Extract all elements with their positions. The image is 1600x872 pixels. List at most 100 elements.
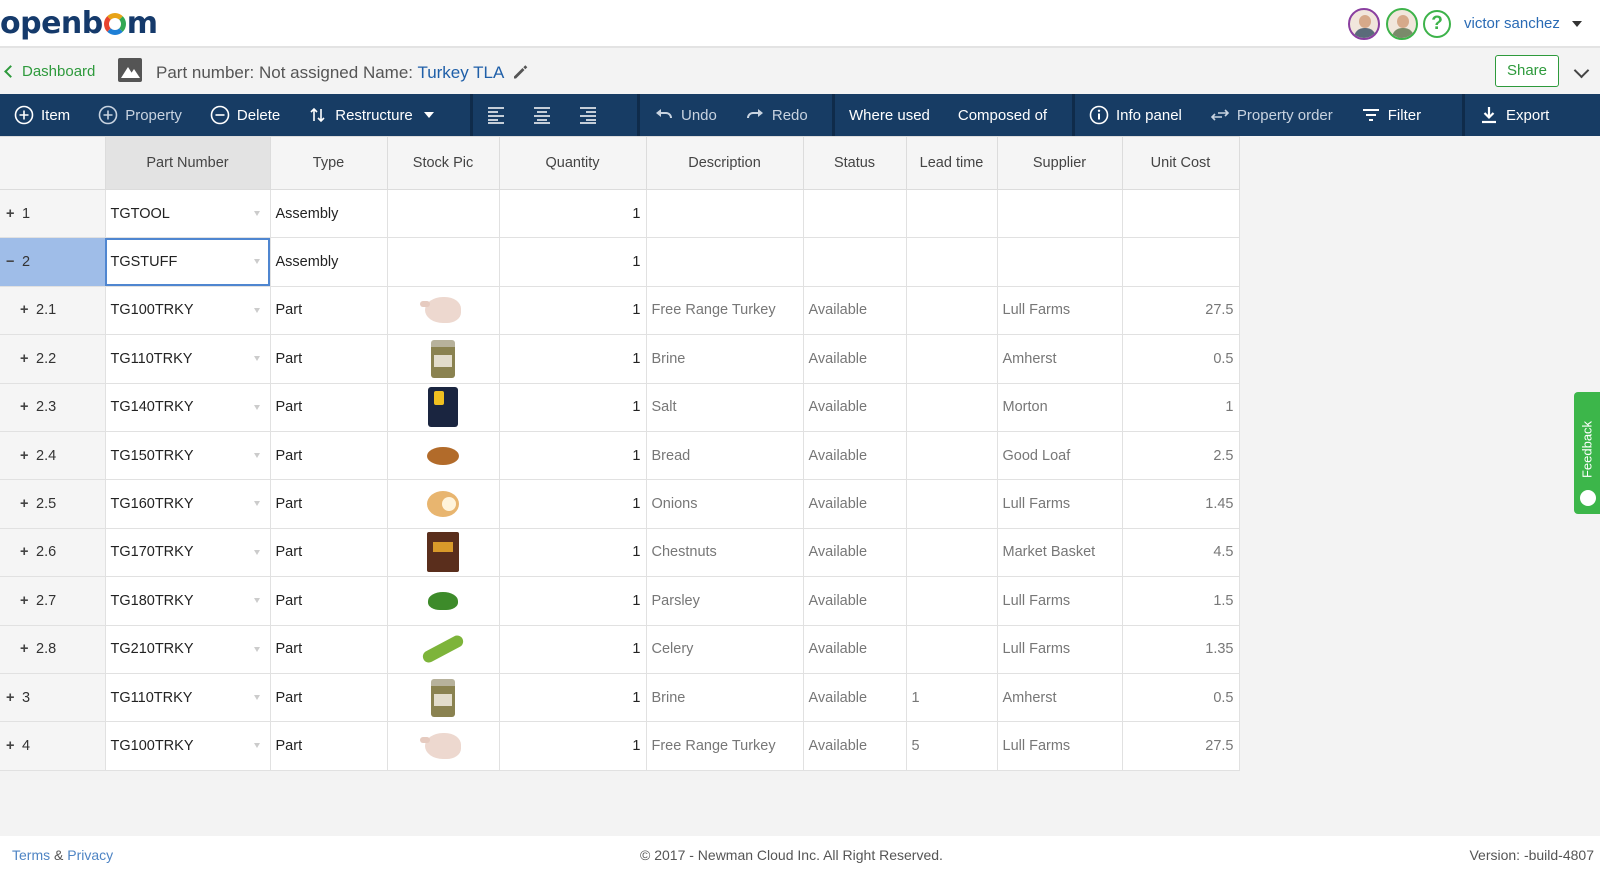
stock-pic-cell[interactable] [386, 624, 500, 674]
where-used-button[interactable]: Where used [835, 94, 944, 136]
type-cell[interactable]: Part [269, 479, 388, 529]
row-number-cell[interactable]: + 2.6 [0, 527, 106, 578]
part-number-cell[interactable]: TG110TRKY [104, 334, 271, 384]
column-header[interactable]: Stock Pic [386, 136, 500, 190]
caret-down-icon[interactable] [253, 404, 260, 410]
status-cell[interactable]: Available [802, 479, 907, 529]
type-cell[interactable]: Part [269, 721, 388, 771]
expand-toggle-icon[interactable]: + [20, 448, 32, 464]
stock-pic-cell[interactable] [386, 382, 500, 432]
column-header[interactable]: Description [645, 136, 804, 190]
quantity-cell[interactable]: 1 [498, 527, 647, 578]
unit-cost-cell[interactable]: 1.5 [1121, 576, 1240, 626]
supplier-cell[interactable]: Market Basket [996, 527, 1123, 578]
quantity-cell[interactable]: 1 [498, 624, 647, 674]
type-cell[interactable]: Part [269, 576, 388, 626]
supplier-cell[interactable]: Lull Farms [996, 576, 1123, 626]
part-number-cell[interactable]: TG110TRKY [104, 672, 271, 723]
description-cell[interactable]: Onions [645, 479, 804, 529]
avatar[interactable] [1386, 8, 1418, 40]
filter-button[interactable]: Filter [1347, 94, 1435, 136]
table-row[interactable]: + 2.8 TG210TRKY Part 1 Celery Available Lull F… [0, 624, 1240, 674]
description-cell[interactable]: Free Range Turkey [645, 285, 804, 336]
table-row[interactable]: + 3 TG110TRKY Part 1 Brine Available 1 Amherst 0… [0, 672, 1240, 723]
table-row[interactable]: + 4 TG100TRKY Part 1 Free Range Turkey Availa… [0, 721, 1240, 771]
add-property-button[interactable]: Property [84, 94, 196, 136]
expand-toggle-icon[interactable]: + [6, 206, 18, 222]
table-row[interactable]: + 2.5 TG160TRKY Part 1 Onions Available Lull F… [0, 479, 1240, 529]
type-cell[interactable]: Part [269, 672, 388, 723]
row-number-cell[interactable]: − 2 [0, 237, 106, 287]
terms-link[interactable]: Terms [12, 847, 50, 863]
quantity-cell[interactable]: 1 [498, 237, 647, 287]
expand-toggle-icon[interactable]: + [6, 738, 18, 754]
unit-cost-cell[interactable] [1121, 188, 1240, 239]
type-cell[interactable]: Part [269, 382, 388, 432]
row-number-cell[interactable]: + 2.3 [0, 382, 106, 432]
stock-pic-cell[interactable] [386, 285, 500, 336]
status-cell[interactable] [802, 237, 907, 287]
table-row[interactable]: + 2.3 TG140TRKY Part 1 Salt Available Morton 1 [0, 382, 1240, 432]
type-cell[interactable]: Part [269, 334, 388, 384]
part-number-cell[interactable]: TG210TRKY [104, 624, 271, 674]
lead-time-cell[interactable]: 5 [905, 721, 998, 771]
status-cell[interactable] [802, 188, 907, 239]
row-number-cell[interactable]: + 2.8 [0, 624, 106, 674]
type-cell[interactable]: Part [269, 527, 388, 578]
unit-cost-cell[interactable]: 27.5 [1121, 721, 1240, 771]
status-cell[interactable]: Available [802, 624, 907, 674]
unit-cost-cell[interactable]: 1.35 [1121, 624, 1240, 674]
redo-button[interactable]: Redo [731, 94, 822, 136]
align-right-button[interactable] [565, 94, 611, 136]
table-row[interactable]: + 2.2 TG110TRKY Part 1 Brine Available Amherst… [0, 334, 1240, 384]
supplier-cell[interactable]: Amherst [996, 334, 1123, 384]
supplier-cell[interactable]: Morton [996, 382, 1123, 432]
chevron-down-icon[interactable] [1573, 62, 1590, 79]
table-row[interactable]: + 1 TGTOOL Assembly 1 [0, 188, 1240, 239]
caret-down-icon[interactable] [253, 598, 260, 604]
table-row[interactable]: + 2.1 TG100TRKY Part 1 Free Range Turkey Avai… [0, 285, 1240, 336]
align-left-button[interactable] [473, 94, 519, 136]
status-cell[interactable]: Available [802, 576, 907, 626]
stock-pic-cell[interactable] [386, 237, 500, 287]
info-panel-button[interactable]: Info panel [1075, 94, 1196, 136]
caret-down-icon[interactable] [253, 211, 260, 216]
table-row[interactable]: + 2.4 TG150TRKY Part 1 Bread Available Good Lo… [0, 430, 1240, 481]
expand-toggle-icon[interactable]: + [20, 302, 32, 318]
expand-toggle-icon[interactable]: + [20, 496, 32, 512]
unit-cost-cell[interactable]: 1 [1121, 382, 1240, 432]
table-row[interactable]: + 2.6 TG170TRKY Part 1 Chestnuts Available Mar… [0, 527, 1240, 578]
status-cell[interactable]: Available [802, 721, 907, 771]
caret-down-icon[interactable] [253, 259, 260, 265]
status-cell[interactable]: Available [802, 285, 907, 336]
part-number-cell[interactable]: TG180TRKY [104, 576, 271, 626]
supplier-cell[interactable]: Lull Farms [996, 285, 1123, 336]
restructure-dropdown[interactable]: Restructure [294, 94, 448, 136]
caret-down-icon[interactable] [253, 694, 260, 700]
row-number-cell[interactable]: + 1 [0, 188, 106, 239]
part-number-cell[interactable]: TGTOOL [104, 188, 271, 239]
description-cell[interactable]: Chestnuts [645, 527, 804, 578]
quantity-cell[interactable]: 1 [498, 382, 647, 432]
row-number-cell[interactable]: + 4 [0, 721, 106, 771]
quantity-cell[interactable]: 1 [498, 285, 647, 336]
lead-time-cell[interactable] [905, 624, 998, 674]
user-name[interactable]: victor sanchez [1464, 15, 1560, 32]
column-header[interactable]: Supplier [996, 136, 1123, 190]
export-button[interactable]: Export [1465, 94, 1563, 136]
part-number-cell[interactable]: TG100TRKY [104, 721, 271, 771]
unit-cost-cell[interactable]: 4.5 [1121, 527, 1240, 578]
undo-button[interactable]: Undo [640, 94, 731, 136]
column-header[interactable]: Quantity [498, 136, 647, 190]
stock-pic-cell[interactable] [386, 527, 500, 578]
lead-time-cell[interactable] [905, 479, 998, 529]
column-header[interactable]: Part Number [104, 136, 271, 190]
type-cell[interactable]: Part [269, 285, 388, 336]
part-number-cell[interactable]: TGSTUFF [104, 237, 271, 287]
description-cell[interactable] [645, 237, 804, 287]
type-cell[interactable]: Assembly [269, 188, 388, 239]
unit-cost-cell[interactable]: 27.5 [1121, 285, 1240, 336]
type-cell[interactable]: Part [269, 430, 388, 481]
quantity-cell[interactable]: 1 [498, 334, 647, 384]
supplier-cell[interactable]: Lull Farms [996, 479, 1123, 529]
